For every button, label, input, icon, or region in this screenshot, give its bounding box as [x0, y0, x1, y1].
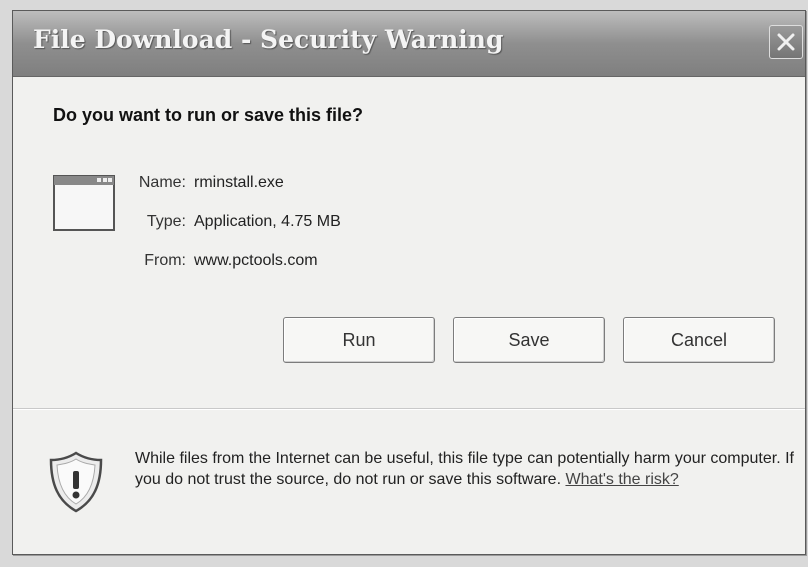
cancel-button[interactable]: Cancel	[623, 317, 775, 363]
file-type-label: Type:	[146, 213, 186, 230]
title-bar[interactable]: File Download - Security Warning	[13, 11, 805, 77]
file-type-row: Type: Application, 4.75 MB	[111, 213, 341, 231]
whats-the-risk-link[interactable]: What's the risk?	[565, 471, 678, 488]
file-name-row: Name: rminstall.exe	[111, 174, 284, 192]
window-title: File Download - Security Warning	[33, 25, 504, 54]
file-type-value: Application, 4.75 MB	[194, 213, 341, 230]
file-from-label: From:	[144, 252, 186, 269]
shield-warning-icon	[49, 451, 103, 513]
file-from-value: www.pctools.com	[194, 252, 318, 269]
file-name-label: Name:	[138, 174, 186, 191]
run-button[interactable]: Run	[283, 317, 435, 363]
file-name-value: rminstall.exe	[194, 174, 284, 191]
close-button[interactable]	[769, 25, 803, 59]
file-from-row: From: www.pctools.com	[111, 252, 318, 270]
dialog-question: Do you want to run or save this file?	[53, 105, 364, 125]
warning-text: While files from the Internet can be use…	[135, 450, 794, 488]
close-icon	[777, 33, 795, 51]
save-button[interactable]: Save	[453, 317, 605, 363]
separator	[13, 408, 805, 410]
file-download-dialog: File Download - Security Warning Do you …	[12, 10, 806, 555]
application-window-icon	[53, 175, 115, 231]
warning-message: While files from the Internet can be use…	[135, 448, 795, 490]
